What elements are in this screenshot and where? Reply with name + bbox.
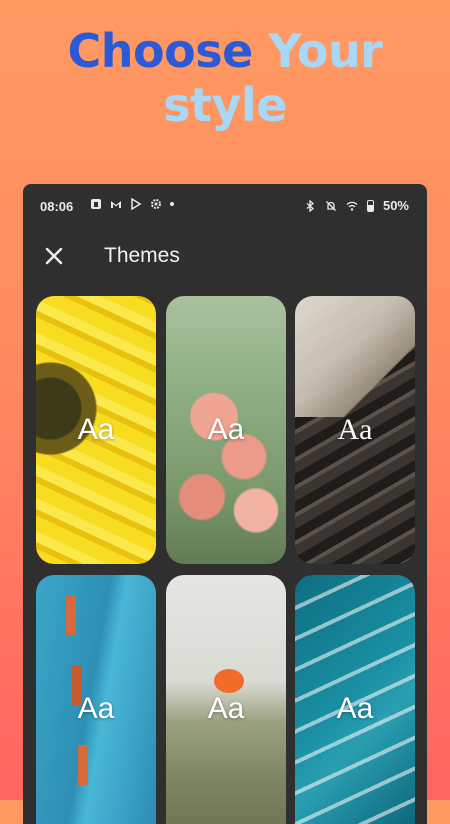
- theme-sunflower[interactable]: Aa: [36, 296, 156, 564]
- play-store-icon: [131, 198, 142, 210]
- theme-preview-label: Aa: [207, 413, 245, 446]
- status-bar: 08:06 50%: [23, 184, 427, 228]
- theme-preview-label: Aa: [336, 692, 374, 725]
- theme-preview-label: Aa: [77, 413, 115, 446]
- app-bar: Themes: [23, 228, 427, 284]
- battery-percent: 50%: [382, 198, 409, 213]
- headline-word-choose: Choose: [67, 24, 254, 78]
- promo-headline: Choose Your style: [0, 24, 450, 132]
- headline-word-style: style: [163, 78, 287, 132]
- theme-preview-label: Aa: [77, 692, 115, 725]
- theme-ocean-waves[interactable]: Aa: [295, 575, 415, 824]
- system-icons: 50%: [304, 198, 409, 213]
- phone-screen: 08:06 50% Themes Aa Aa Aa Aa Aa Aa: [23, 184, 427, 824]
- settings-gear-icon: [151, 199, 161, 209]
- theme-preview-label: Aa: [337, 413, 373, 446]
- theme-poppy-field[interactable]: Aa: [166, 575, 286, 824]
- headline-word-your: Your: [268, 24, 383, 78]
- theme-blue-building[interactable]: Aa: [36, 575, 156, 824]
- close-icon[interactable]: [39, 241, 69, 271]
- wifi-icon: [346, 201, 358, 211]
- theme-pink-flowers[interactable]: Aa: [166, 296, 286, 564]
- page-title: Themes: [104, 244, 180, 267]
- app-notification-icon: [91, 199, 101, 209]
- gmail-icon: [111, 201, 121, 208]
- theme-preview-label: Aa: [207, 692, 245, 725]
- notification-icons: [90, 198, 174, 210]
- bluetooth-icon: [306, 199, 314, 212]
- more-notifications-dot-icon: [170, 202, 174, 206]
- status-time: 08:06: [40, 199, 74, 214]
- theme-paper-folds[interactable]: Aa: [295, 296, 415, 564]
- notifications-muted-icon: [326, 200, 336, 211]
- battery-icon: [366, 199, 374, 212]
